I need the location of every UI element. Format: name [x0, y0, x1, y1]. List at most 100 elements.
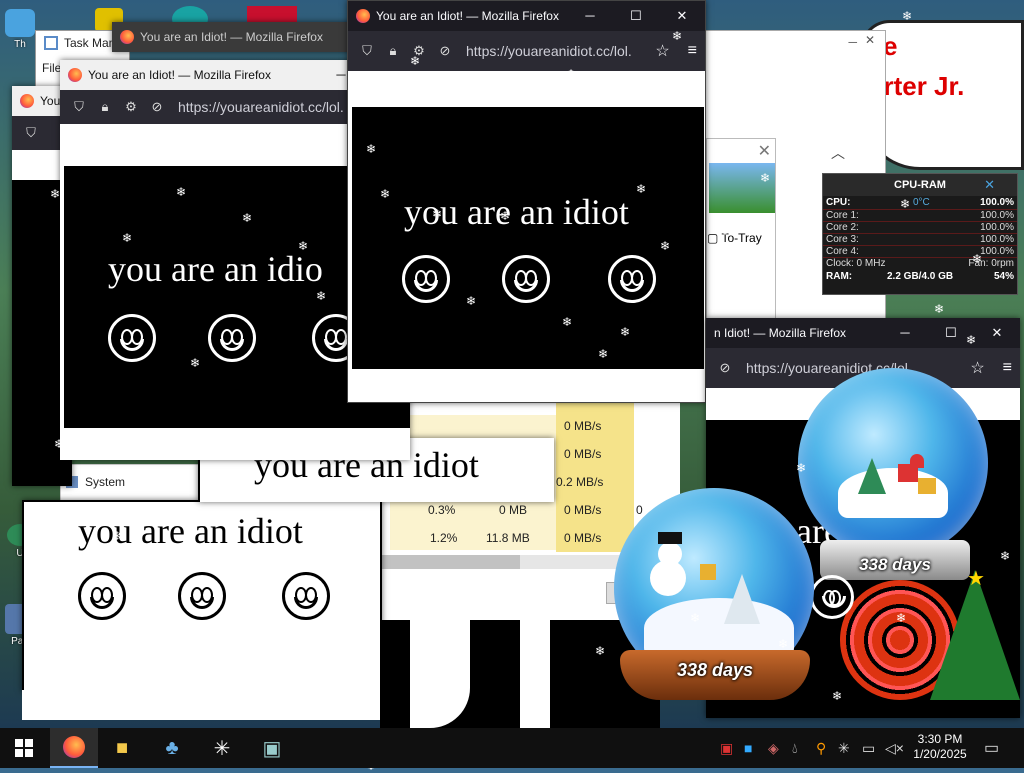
- tray-snowflake-icon[interactable]: ✳: [838, 740, 850, 757]
- ram-label: RAM:: [826, 271, 853, 282]
- tracking-blocked-icon[interactable]: ⊘: [714, 360, 736, 376]
- black-page-area: [380, 620, 660, 728]
- core-value: 100.0%: [980, 222, 1014, 233]
- firefox-window[interactable]: You are an Idiot! — Mozilla Firefox: [112, 22, 352, 52]
- smiley-icon: [608, 255, 656, 303]
- task-manager-icon: [44, 36, 58, 50]
- maximize-button[interactable]: ☐: [613, 1, 659, 31]
- start-button[interactable]: [0, 728, 48, 768]
- tray-icon[interactable]: ◈: [768, 740, 779, 757]
- dialog-window[interactable]: ✕ ▢ To-Tray: [706, 138, 776, 328]
- smiley-icon: [282, 572, 330, 620]
- cpu-label: CPU:: [826, 197, 851, 208]
- people-icon: ♣: [165, 736, 179, 759]
- bookmark-star-icon[interactable]: ☆: [655, 41, 669, 61]
- bookmark-star-icon[interactable]: ☆: [970, 358, 984, 378]
- idiot-message: you are an idio: [108, 249, 323, 289]
- cpu-ram-gadget[interactable]: CPU-RAM ✕ CPU: 0°C 100.0% Core 1: 100.0% Co…: [822, 173, 1018, 295]
- firefox-icon: [120, 30, 134, 44]
- idiot-message: you are an idiot: [78, 511, 303, 551]
- firefox-window-content[interactable]: you are an idiot: [22, 500, 382, 692]
- scroll-up-icon[interactable]: ︿: [831, 143, 845, 163]
- core-label: Core 2:: [826, 222, 859, 233]
- smiley-icon: [810, 575, 854, 619]
- firefox-window[interactable]: You are an Idiot! — Mozilla Firefox ─ ☐ ✕ …: [347, 0, 706, 403]
- tray-drop-icon[interactable]: 💧︎: [792, 740, 798, 757]
- menu-file[interactable]: File: [42, 61, 61, 75]
- time: 3:30 PM: [917, 732, 963, 746]
- taskbar-app-button[interactable]: ▣: [248, 728, 296, 768]
- smiley-icon: [208, 314, 256, 362]
- menu-icon[interactable]: ≡: [1003, 359, 1012, 377]
- shield-icon[interactable]: ⛉: [356, 43, 378, 59]
- taskbar-file-explorer-button[interactable]: ■: [98, 728, 146, 768]
- minimize-button[interactable]: ─: [848, 35, 857, 49]
- lock-icon[interactable]: 🔒︎: [94, 99, 116, 115]
- table-cell: 0 MB: [499, 503, 528, 517]
- star-icon: ★: [967, 568, 985, 590]
- app-icon: [5, 9, 35, 37]
- core-value: 100.0%: [980, 234, 1014, 245]
- url-bar[interactable]: https://youareanidiot.cc/lol.: [178, 99, 344, 115]
- network-icon[interactable]: ▭: [862, 740, 875, 757]
- window-title: You are an Idiot! — Mozilla Firefox: [376, 9, 559, 23]
- smiley-icon: [502, 255, 550, 303]
- table-cell: 1.2%: [430, 531, 458, 545]
- lock-icon[interactable]: 🔒︎: [382, 43, 404, 59]
- table-cell: 0 MB/s: [564, 419, 602, 433]
- clock-readout: Clock: 0 MHz: [826, 258, 886, 269]
- horizontal-scrollbar[interactable]: [380, 555, 630, 569]
- desktop-icon[interactable]: Th: [0, 5, 40, 75]
- firefox-icon: [63, 736, 85, 758]
- idiot-message: you are an idiot: [404, 192, 629, 232]
- menu-icon[interactable]: ≡: [688, 42, 697, 60]
- desktop-icon-label: Th: [14, 39, 26, 50]
- maximize-button[interactable]: ☐: [928, 318, 974, 348]
- table-cell: 11.8 MB: [486, 531, 530, 545]
- close-button[interactable]: ✕: [974, 318, 1020, 348]
- core-label: Core 3:: [826, 234, 859, 245]
- minimize-button[interactable]: ─: [882, 318, 928, 348]
- days-counter: 338 days: [676, 660, 754, 680]
- url-bar[interactable]: https://youareanidiot.cc/lol.: [466, 43, 632, 59]
- table-cell: 0 MB/s: [564, 447, 602, 461]
- folder-icon: ■: [115, 736, 129, 759]
- page-content: you are an idiot: [352, 107, 704, 369]
- ram-value: 2.2 GB/4.0 GB: [887, 271, 954, 282]
- table-cell: 0.3%: [428, 503, 456, 517]
- task-manager-process-row[interactable]: System: [60, 464, 200, 504]
- smiley-icon: [178, 572, 226, 620]
- tray-icon[interactable]: ▣: [720, 740, 733, 757]
- clock[interactable]: 3:30 PM 1/20/2025: [912, 732, 968, 762]
- shield-icon[interactable]: ⛉: [20, 125, 42, 141]
- taskbar: ■ ♣ ✳ ▣ ▣ ■ ◈ 💧︎ ⚲ ✳ ▭ ◁× 3:30 PM 1/20/2…: [0, 728, 1024, 768]
- taskbar-firefox-button[interactable]: [50, 728, 98, 768]
- core-value: 100.0%: [980, 210, 1014, 221]
- close-button[interactable]: ✕: [659, 1, 705, 31]
- notification-icon[interactable]: ▭: [984, 738, 999, 758]
- dialog-image: [709, 163, 775, 213]
- fan-readout: Fan: 0rpm: [968, 258, 1014, 269]
- permissions-icon[interactable]: ⚙: [408, 43, 430, 59]
- shield-icon[interactable]: ⛉: [68, 99, 90, 115]
- permissions-icon[interactable]: ⚙: [120, 99, 142, 115]
- windows-logo-icon: [15, 739, 33, 757]
- firefox-icon: [356, 9, 370, 23]
- minimize-button[interactable]: ─: [567, 1, 613, 31]
- close-button[interactable]: ✕: [865, 33, 875, 47]
- tray-search-icon[interactable]: ⚲: [816, 740, 826, 757]
- title-bar: You are an Idiot! — Mozilla Firefox: [112, 22, 352, 52]
- tray-icon[interactable]: ■: [744, 740, 752, 756]
- tracking-blocked-icon[interactable]: ⊘: [434, 43, 456, 59]
- snowflake-icon: ✳: [213, 737, 231, 760]
- volume-muted-icon[interactable]: ◁×: [885, 740, 904, 757]
- process-name: System: [85, 475, 126, 489]
- taskbar-snow-app-button[interactable]: ✳: [198, 728, 246, 768]
- tracking-blocked-icon[interactable]: ⊘: [146, 99, 168, 115]
- snow-globe-widget[interactable]: [798, 368, 988, 558]
- taskbar-app-button[interactable]: ♣: [148, 728, 196, 768]
- settings-icon[interactable]: ✕: [984, 177, 995, 193]
- close-button[interactable]: ✕: [758, 141, 771, 161]
- window-title: n Idiot! — Mozilla Firefox: [714, 326, 847, 340]
- to-tray-button[interactable]: ▢ To-Tray: [707, 231, 762, 245]
